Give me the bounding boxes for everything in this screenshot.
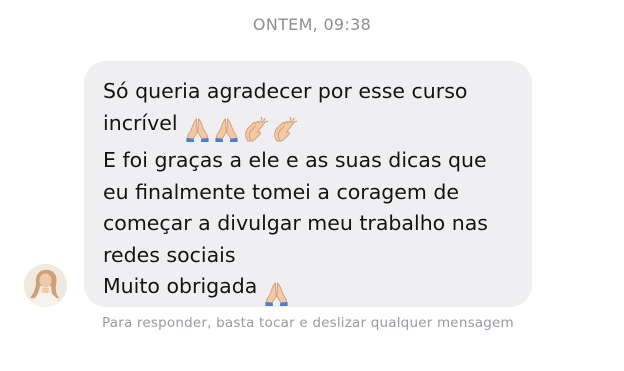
message-line: E foi graças a ele e as suas dicas que — [103, 148, 487, 172]
message-line-text: incrível — [103, 110, 178, 135]
clapping-hands-icon — [242, 116, 269, 143]
conversation-timestamp: ONTEM, 09:38 — [252, 15, 372, 34]
message-line: redes sociais — [103, 242, 236, 267]
message-line-with-emojis: Muito obrigada — [103, 271, 514, 309]
message-bubble[interactable]: Só queria agradecer por esse curso incrí… — [84, 61, 532, 307]
clapping-hands-icon — [271, 116, 298, 143]
folded-hands-icon — [213, 116, 240, 143]
message-line-text: Muito obrigada — [103, 274, 258, 298]
emoji-group — [184, 114, 300, 146]
reply-hint: Para responder, basta tocar e deslizar q… — [102, 315, 514, 331]
message-line: Só queria agradecer por esse curso — [103, 79, 468, 103]
avatar[interactable] — [24, 264, 67, 307]
folded-hands-icon — [263, 280, 290, 307]
message-line: eu finalmente tomei a coragem de — [103, 179, 460, 204]
message-line: começar a divulgar meu trabalho nas — [103, 211, 488, 235]
message-line-with-emojis: incrível — [103, 108, 514, 146]
folded-hands-icon — [184, 116, 211, 143]
emoji-group — [263, 277, 292, 309]
